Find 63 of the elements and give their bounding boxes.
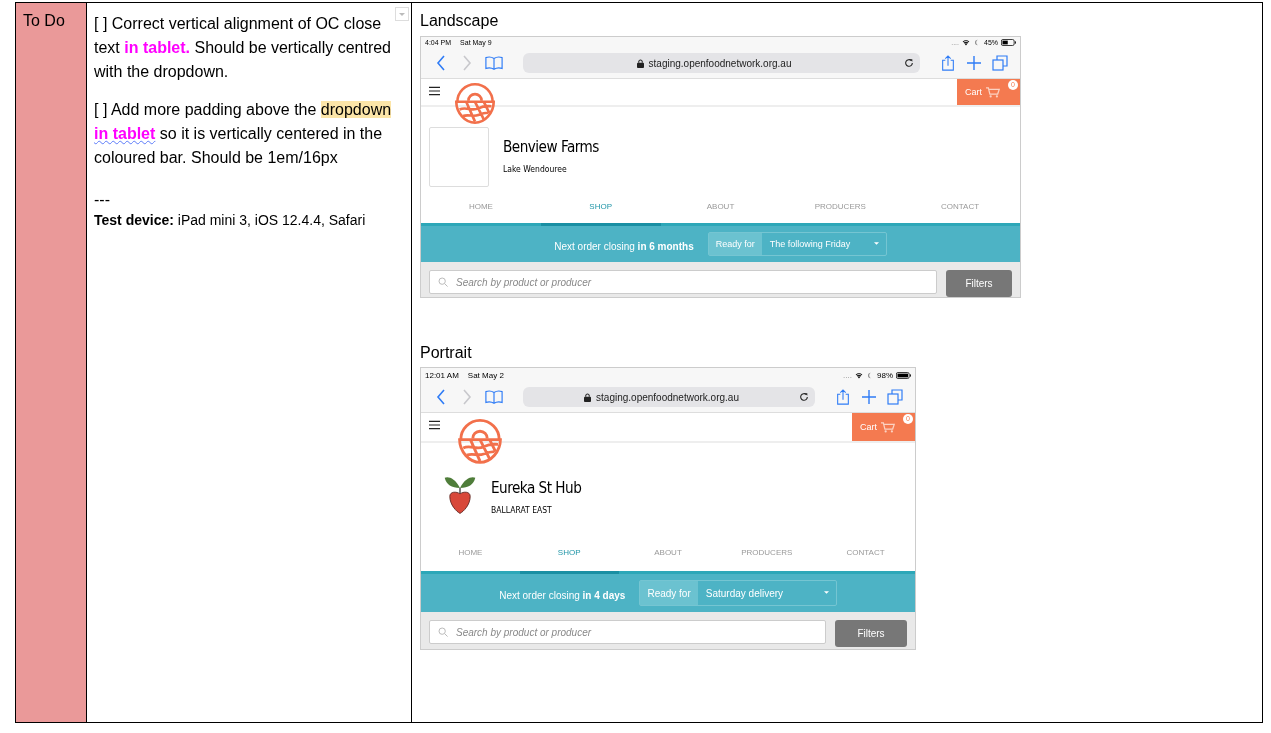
screenshot-caption: Landscape <box>420 11 500 31</box>
status-date: Sat May 2 <box>467 370 504 380</box>
lock-icon <box>584 392 592 402</box>
book-icon[interactable] <box>485 55 503 71</box>
share-icon[interactable] <box>940 55 956 71</box>
cart-icon <box>986 86 1000 98</box>
status-time: 12:01 AM <box>425 370 459 380</box>
search-field[interactable]: Search by product or producer <box>429 270 937 294</box>
nav-tab[interactable]: CONTACT <box>900 193 1020 223</box>
battery-icon <box>896 371 911 379</box>
plus-icon[interactable] <box>861 389 877 405</box>
address-bar[interactable]: staging.openfoodnetwork.org.au <box>523 53 920 73</box>
basket-logo-icon[interactable] <box>456 418 504 466</box>
dropdown-icon[interactable] <box>395 7 409 21</box>
separator-text: --- <box>94 190 111 210</box>
share-icon[interactable] <box>835 389 851 405</box>
test-device-text: Test device: iPad mini 3, iOS 12.4.4, Safari <box>94 211 367 230</box>
wifi-icon <box>962 39 970 46</box>
battery-icon <box>1001 39 1016 46</box>
search-field[interactable]: Search by product or producer <box>429 620 826 644</box>
nav-tab[interactable]: CONTACT <box>816 539 915 571</box>
nav-tab[interactable]: HOME <box>421 193 541 223</box>
nav-tab[interactable]: PRODUCERS <box>780 193 901 223</box>
note-text: [ ] Add more padding above the dropdown in tablet so it is vertically centered in the coloured bar. Should be 1em/16px <box>94 100 393 168</box>
screenshot-caption: Portrait <box>420 343 473 363</box>
order-closing-text: Next order closing in 6 months <box>554 241 694 252</box>
cart-icon <box>881 421 895 433</box>
basket-logo-icon[interactable] <box>453 82 497 126</box>
book-icon[interactable] <box>485 389 503 405</box>
reload-icon[interactable] <box>904 58 914 68</box>
wifi-icon <box>855 371 863 379</box>
ready-for-dropdown[interactable]: Ready for The following Friday <box>707 232 887 256</box>
search-icon <box>438 277 448 287</box>
menu-icon[interactable] <box>429 86 440 96</box>
caret-icon <box>873 242 879 246</box>
status-label: To Do <box>23 12 65 29</box>
tabs-icon[interactable] <box>992 55 1008 71</box>
shop-location: Lake Wendouree <box>503 163 568 174</box>
shop-name: Eureka St Hub <box>491 477 582 497</box>
address-bar[interactable]: staging.openfoodnetwork.org.au <box>523 387 815 407</box>
logo-placeholder <box>429 127 489 187</box>
order-closing-text: Next order closing in 4 days <box>499 590 626 601</box>
ready-for-dropdown[interactable]: Ready for Saturday delivery <box>639 580 837 606</box>
url-text: staging.openfoodnetwork.org.au <box>648 57 792 69</box>
filters-button[interactable]: Filters <box>835 620 907 647</box>
shop-location: BALLARAT EAST <box>491 504 553 515</box>
reload-icon[interactable] <box>799 392 809 402</box>
nav-tab[interactable]: HOME <box>421 539 520 571</box>
lock-icon <box>636 58 644 68</box>
url-text: staging.openfoodnetwork.org.au <box>596 391 739 403</box>
plus-icon[interactable] <box>966 55 982 71</box>
filters-button[interactable]: Filters <box>946 270 1012 297</box>
shop-name: Benview Farms <box>503 136 599 156</box>
nav-tab[interactable]: ABOUT <box>660 193 781 223</box>
nav-tab[interactable]: PRODUCERS <box>717 539 817 571</box>
signal-dots: .... <box>843 370 852 380</box>
caret-icon <box>823 591 829 595</box>
note-text: [ ] Correct vertical alignment of OC close text in tablet. Should be vertically centred with the dropdown. <box>94 14 392 82</box>
menu-icon[interactable] <box>429 420 440 430</box>
battery-percent: 98% <box>877 370 893 380</box>
search-icon <box>438 627 448 637</box>
tabs-icon[interactable] <box>887 389 903 405</box>
nav-tab[interactable]: ABOUT <box>618 539 718 571</box>
